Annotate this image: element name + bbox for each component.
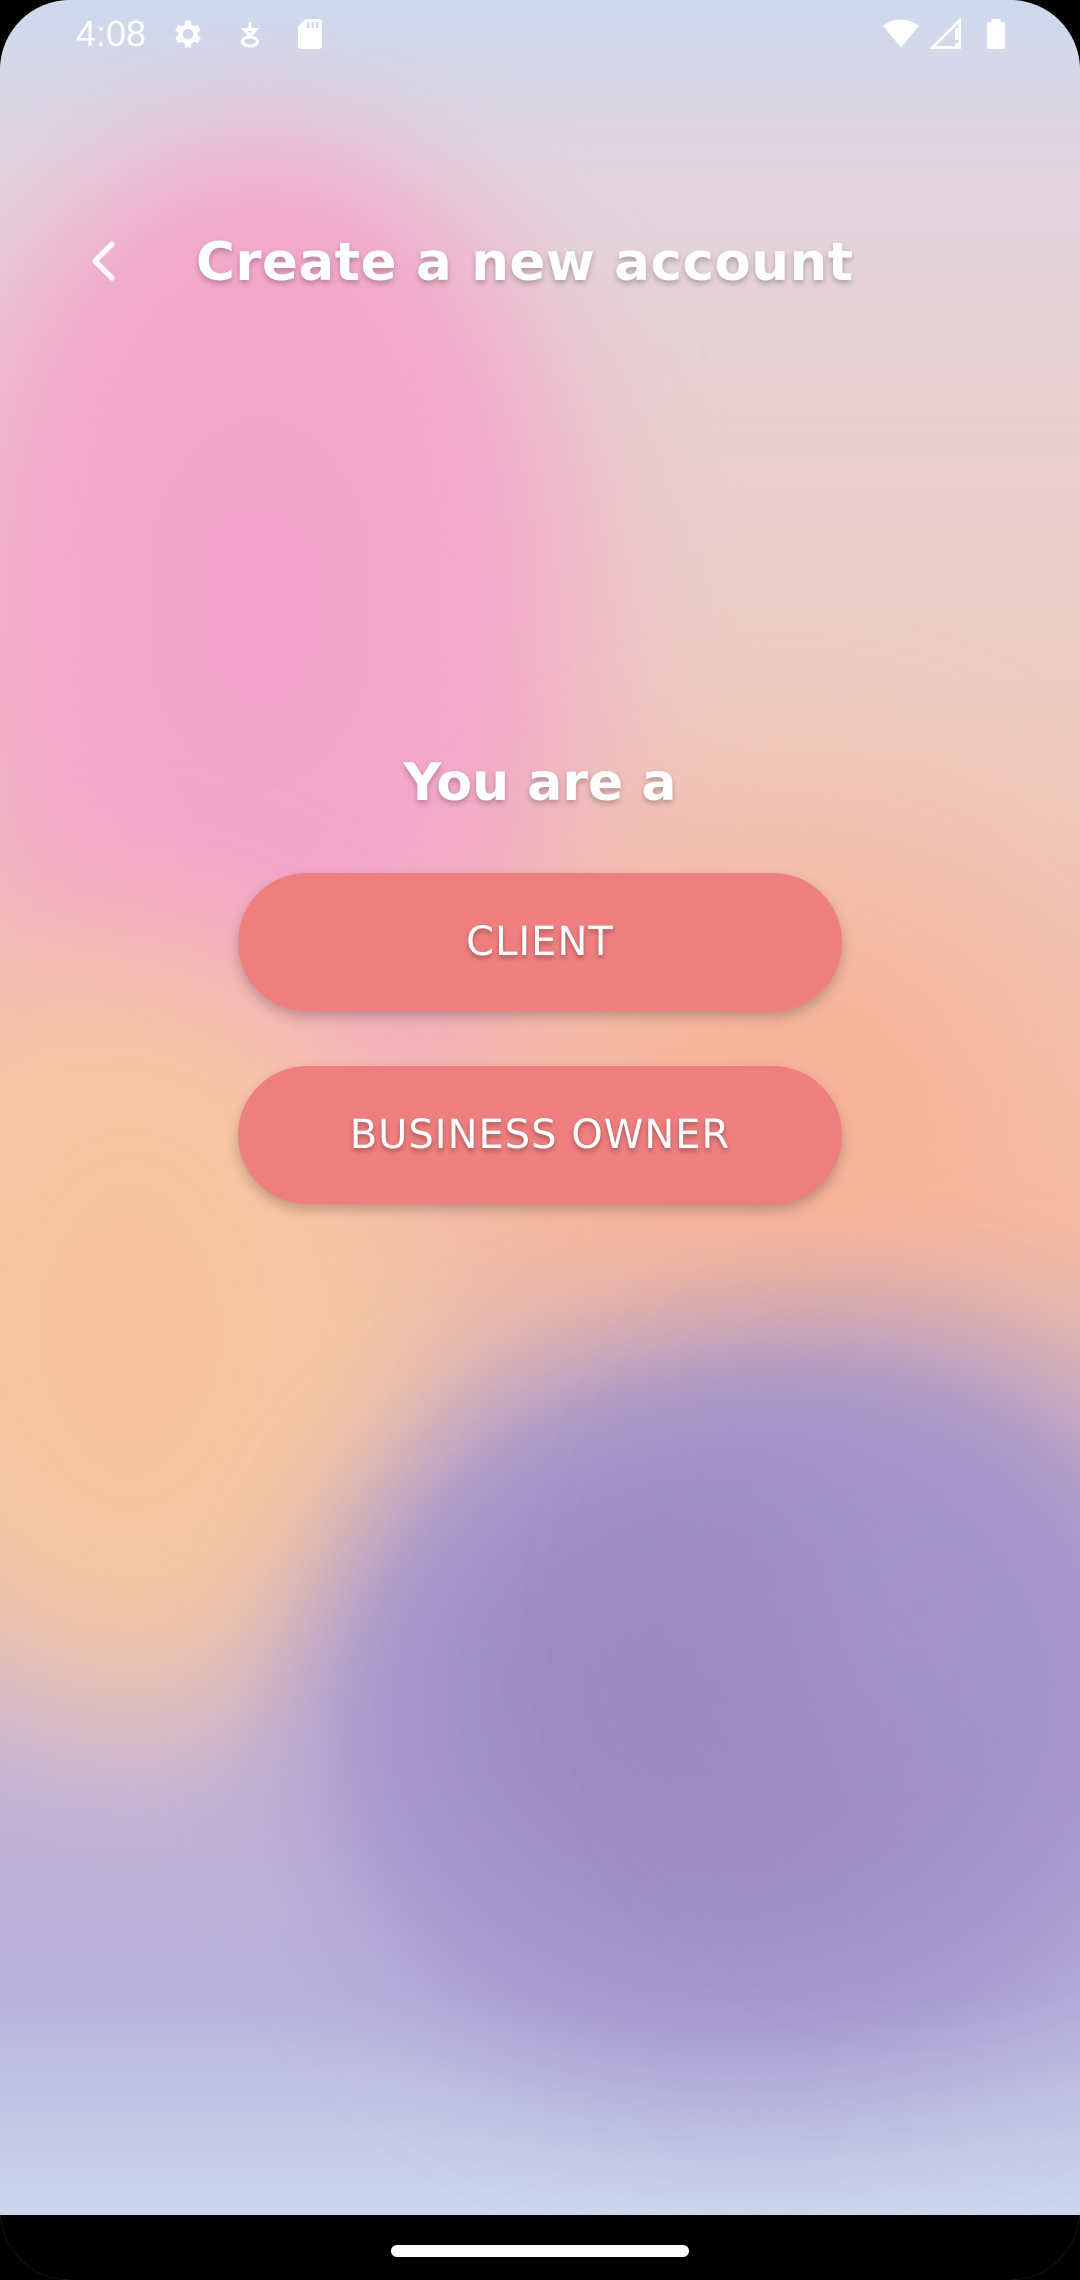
sd-card-icon (292, 16, 328, 52)
client-button-label: CLIENT (466, 919, 614, 965)
status-time: 4:08 (76, 13, 147, 54)
signal-icon (928, 16, 964, 52)
back-button[interactable] (70, 226, 140, 296)
client-button[interactable]: CLIENT (238, 873, 842, 1011)
battery-icon (978, 16, 1014, 52)
business-owner-button-label: BUSINESS OWNER (349, 1112, 731, 1158)
home-indicator[interactable] (391, 2245, 689, 2257)
wifi-icon (880, 16, 922, 52)
status-bar: 4:08 (0, 0, 1080, 70)
header: Create a new account (0, 200, 1080, 330)
page-title: Create a new account (196, 232, 854, 293)
gear-icon (170, 16, 206, 52)
navigation-bar (0, 2215, 1080, 2280)
role-prompt: You are a (403, 753, 677, 813)
notification-icon (232, 16, 268, 52)
chevron-left-icon (92, 241, 115, 281)
business-owner-button[interactable]: BUSINESS OWNER (238, 1066, 842, 1204)
app-screen: 4:08 Create a new account You are a CLIE… (0, 0, 1080, 2280)
